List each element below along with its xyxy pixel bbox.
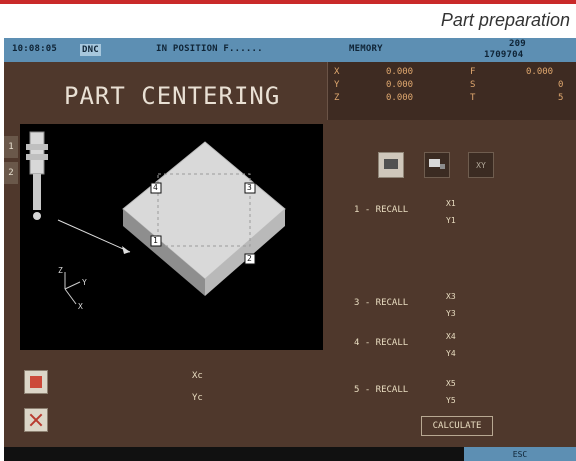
center-action-icon[interactable]	[24, 370, 48, 394]
side-tab-2[interactable]: 2	[4, 162, 18, 184]
recall-1-y: Y1	[446, 216, 456, 225]
recall-3-x: X3	[446, 292, 456, 301]
probe-point-label-3: 3	[247, 183, 252, 192]
part-viewport: 4 3 1 2 Z Y X	[20, 124, 323, 350]
axis-y-value: 0.000	[386, 80, 414, 90]
spindle-label: S	[470, 80, 476, 90]
probe-arrow	[57, 219, 131, 253]
tool-value: 5	[558, 93, 564, 103]
probe-point-label-4: 4	[153, 183, 158, 192]
part-diagram	[26, 131, 286, 305]
recall-4-x: X4	[446, 332, 456, 341]
axis-y: Y	[334, 80, 340, 90]
axis-z-value: 0.000	[386, 93, 414, 103]
recall-5-y: Y5	[446, 396, 456, 405]
clock: 10:08:05	[12, 44, 57, 54]
yc-label: Yc	[192, 393, 203, 403]
toolbar-screen-icon[interactable]	[378, 152, 404, 178]
axis-label-z: Z	[58, 266, 63, 275]
calculate-button[interactable]: CALCULATE	[421, 416, 493, 436]
recall-1[interactable]: 1 - RECALL	[354, 205, 408, 215]
axis-x-value: 0.000	[386, 67, 414, 77]
probe-point-label-2: 2	[247, 254, 252, 263]
toolbar-part-icon[interactable]	[424, 152, 450, 178]
spindle-value: 0	[558, 80, 564, 90]
mode-badge: DNC	[80, 44, 101, 56]
program-number: 209	[509, 39, 526, 49]
toolbar-xy-button[interactable]: XY	[468, 152, 494, 178]
page-title: PART CENTERING	[64, 82, 281, 110]
memory-label: MEMORY	[349, 44, 383, 54]
probe-point-label-1: 1	[153, 236, 158, 245]
tool-label: T	[470, 93, 476, 103]
escape-button[interactable]: ESC	[464, 447, 576, 461]
cnc-screen: 10:08:05 DNC IN POSITION F...... MEMORY …	[4, 38, 576, 461]
coordinate-panel: X Y Z 0.000 0.000 0.000 F S T 0.000 0 5	[327, 62, 576, 120]
xc-label: Xc	[192, 371, 203, 381]
feed-label: F	[470, 67, 476, 77]
recall-3[interactable]: 3 - RECALL	[354, 298, 408, 308]
probe-icon	[26, 131, 48, 220]
section-title: Part preparation	[440, 10, 570, 30]
recall-5-x: X5	[446, 379, 456, 388]
recall-5[interactable]: 5 - RECALL	[354, 385, 408, 395]
recall-1-x: X1	[446, 199, 456, 208]
axis-label-x: X	[78, 302, 83, 311]
recall-4[interactable]: 4 - RECALL	[354, 338, 408, 348]
axis-triad-icon	[64, 272, 81, 305]
axis-label-y: Y	[82, 278, 87, 287]
axis-x: X	[334, 67, 340, 77]
program-subnumber: 1709704	[484, 50, 524, 60]
top-accent-line	[0, 0, 576, 4]
cancel-icon[interactable]	[24, 408, 48, 432]
status-bar: 10:08:05 DNC IN POSITION F...... MEMORY …	[4, 38, 576, 62]
axis-z: Z	[334, 93, 340, 103]
side-tab-1[interactable]: 1	[4, 136, 18, 158]
feed-value: 0.000	[526, 67, 554, 77]
recall-3-y: Y3	[446, 309, 456, 318]
status-text: IN POSITION F......	[156, 44, 263, 54]
recall-4-y: Y4	[446, 349, 456, 358]
part-block	[122, 141, 286, 296]
